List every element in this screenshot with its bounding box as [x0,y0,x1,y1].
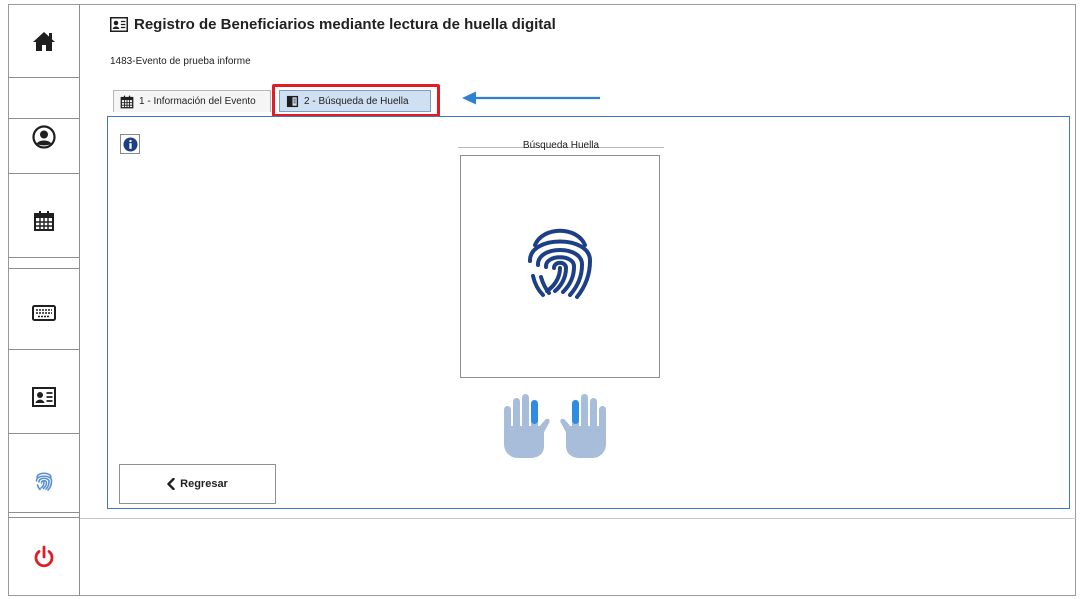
id-card-icon [110,17,128,32]
home-icon [32,31,55,51]
calendar-icon [33,210,54,231]
back-button[interactable]: Regresar [119,464,276,504]
power-icon [34,545,53,568]
tab-label: 1 - Información del Evento [139,96,256,107]
sidebar-item-logout[interactable] [8,520,79,594]
footer-divider [80,518,1076,519]
sidebar-item-id-card[interactable] [8,360,79,434]
sidebar-item-fingerprint[interactable] [8,444,79,518]
sidebar-divider [8,512,80,513]
fingerprint-capture-box[interactable] [460,155,660,378]
fingerprint-section-label: Búsqueda Huella [522,140,600,151]
id-card-icon [31,386,56,407]
calendar-icon [120,95,134,108]
keyboard-icon [31,304,56,321]
event-name: 1483-Evento de prueba informe [110,56,251,67]
sidebar [8,4,80,596]
hands-icon [504,394,606,458]
chevron-left-icon [167,478,175,490]
tab-event-info[interactable]: 1 - Información del Evento [113,90,271,112]
sidebar-item-home[interactable] [8,4,79,78]
sidebar-divider [8,268,80,269]
arrow-left-icon [462,91,600,105]
sidebar-item-keyboard[interactable] [8,276,79,350]
sidebar-item-profile[interactable] [8,100,79,174]
fingerprint-icon [35,471,52,491]
fingerprint-icon [527,228,593,299]
tab-highlight-box [272,84,440,117]
sidebar-divider [8,118,80,119]
info-icon [122,136,138,152]
page-title-text: Registro de Beneficiarios mediante lectu… [134,16,556,33]
info-button[interactable] [120,134,140,154]
user-icon [31,124,56,149]
back-button-label: Regresar [180,478,228,490]
page-title: Registro de Beneficiarios mediante lectu… [110,16,556,33]
sidebar-item-calendar[interactable] [8,184,79,258]
